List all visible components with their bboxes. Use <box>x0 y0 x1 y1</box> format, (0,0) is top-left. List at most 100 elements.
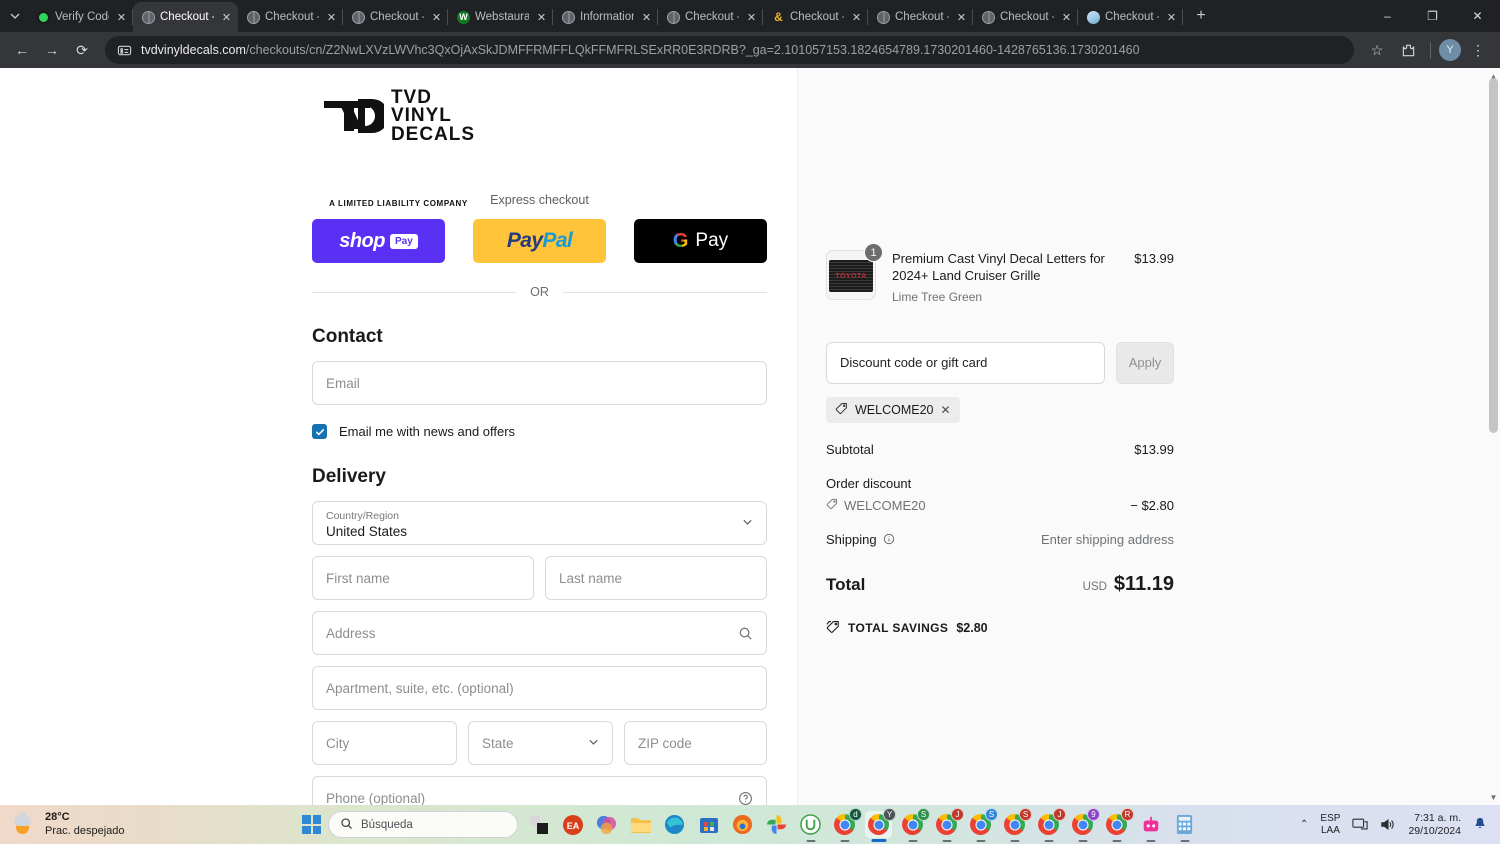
new-tab-button[interactable]: + <box>1187 2 1215 30</box>
firefox-icon[interactable] <box>729 811 756 838</box>
chrome-icon[interactable]: S <box>899 808 930 838</box>
email-field[interactable]: Email <box>312 361 767 405</box>
city-state-zip-row: City State ZIP code <box>312 721 767 765</box>
page-scrollbar[interactable]: ▲ ▼ <box>1487 68 1500 805</box>
edge-icon[interactable] <box>661 811 688 838</box>
store-logo[interactable]: TVD VINYL DECALS <box>322 88 475 144</box>
zip-code-field[interactable]: ZIP code <box>624 721 767 765</box>
close-icon[interactable]: ✕ <box>114 10 129 25</box>
extensions-icon[interactable] <box>1394 36 1422 64</box>
city-field[interactable]: City <box>312 721 457 765</box>
close-icon[interactable]: ✕ <box>744 10 759 25</box>
minimize-button[interactable]: – <box>1365 0 1410 32</box>
close-icon[interactable]: ✕ <box>639 10 654 25</box>
speaker-icon[interactable] <box>1380 817 1396 832</box>
file-explorer-icon[interactable] <box>627 811 654 838</box>
newsletter-checkbox[interactable] <box>312 424 327 439</box>
scrollbar-thumb[interactable] <box>1489 78 1498 433</box>
browser-tab-8[interactable]: Checkout - Nu ✕ <box>868 2 973 32</box>
chrome-icon[interactable]: 9 <box>1069 808 1100 838</box>
clock[interactable]: 7:31 a. m. 29/10/2024 <box>1408 812 1461 837</box>
reload-button[interactable]: ⟳ <box>68 36 96 64</box>
back-button[interactable]: ← <box>8 36 36 64</box>
close-icon[interactable]: ✕ <box>1164 10 1179 25</box>
utorrent-icon[interactable] <box>797 811 824 838</box>
chevron-up-icon[interactable]: ⌃ <box>1300 819 1308 830</box>
google-photos-icon[interactable] <box>763 811 790 838</box>
chrome-icon[interactable]: d <box>831 808 862 838</box>
chrome-icon[interactable]: R <box>1103 808 1134 838</box>
star-icon[interactable]: ☆ <box>1363 36 1391 64</box>
browser-tab-5[interactable]: Information - A ✕ <box>553 2 658 32</box>
three-dot-menu-icon[interactable]: ⋮ <box>1464 36 1492 64</box>
subtotal-label: Subtotal <box>826 441 874 457</box>
browser-tab-10[interactable]: Checkout - Uni ✕ <box>1078 2 1183 32</box>
bell-icon[interactable] <box>1473 816 1487 834</box>
google-pay-button[interactable]: G Pay <box>634 219 767 263</box>
system-tray: ⌃ ESP LAA 7:31 a. m. 29/10/2024 <box>1300 812 1500 837</box>
state-placeholder: State <box>482 735 514 751</box>
address-field[interactable]: Address <box>312 611 767 655</box>
last-name-field[interactable]: Last name <box>545 556 767 600</box>
browser-tab-9[interactable]: Checkout - AO ✕ <box>973 2 1078 32</box>
close-icon[interactable]: ✕ <box>324 10 339 25</box>
total-value: $11.19 <box>1113 572 1174 595</box>
avatar[interactable]: Y <box>1439 39 1461 61</box>
site-settings-icon[interactable] <box>117 43 132 58</box>
newsletter-checkbox-row[interactable]: Email me with news and offers <box>312 424 767 439</box>
address-bar[interactable]: tvdvinyldecals.com/checkouts/cn/Z2NwLXVz… <box>105 36 1354 64</box>
ea-app-icon[interactable]: EA <box>559 811 586 838</box>
window-controls: – ❐ ✕ <box>1365 0 1500 32</box>
close-icon[interactable]: ✕ <box>534 10 549 25</box>
browser-tab-4[interactable]: W WebstaurantSt ✕ <box>448 2 553 32</box>
search-icon[interactable] <box>738 626 753 641</box>
browser-tab-0[interactable]: Verify Codes – ✕ <box>28 2 133 32</box>
browser-tab-3[interactable]: Checkout - JOI ✕ <box>343 2 448 32</box>
close-icon[interactable]: ✕ <box>849 10 864 25</box>
order-discount-label: Order discount <box>826 475 912 491</box>
browser-tab-1[interactable]: Checkout - TVD ✕ <box>133 2 238 32</box>
chrome-icon[interactable]: S <box>1001 808 1032 838</box>
shop-pay-button[interactable]: shop Pay <box>312 219 445 263</box>
first-name-field[interactable]: First name <box>312 556 534 600</box>
microsoft-store-icon[interactable] <box>695 811 722 838</box>
chrome-icon[interactable]: S <box>967 808 998 838</box>
language-indicator[interactable]: ESP LAA <box>1320 813 1340 836</box>
browser-tab-7[interactable]: & Checkout - legs ✕ <box>763 2 868 32</box>
weather-widget[interactable]: 28°C Prac. despejado <box>0 811 300 839</box>
chrome-icon[interactable]: J <box>933 808 964 838</box>
state-select[interactable]: State <box>468 721 613 765</box>
widgets-icon[interactable] <box>525 811 552 838</box>
close-window-button[interactable]: ✕ <box>1455 0 1500 32</box>
browser-tab-6[interactable]: Checkout - Sug ✕ <box>658 2 763 32</box>
close-icon[interactable]: ✕ <box>219 10 234 25</box>
close-icon[interactable]: ✕ <box>954 10 969 25</box>
phone-field[interactable]: Phone (optional) <box>312 776 767 805</box>
windows-start-icon[interactable] <box>302 815 321 834</box>
close-icon[interactable]: ✕ <box>1059 10 1074 25</box>
paypal-button[interactable]: PayPal <box>473 219 606 263</box>
chrome-icon[interactable]: Y <box>865 808 896 838</box>
profile-badge: J <box>1053 808 1066 821</box>
robot-app-icon[interactable] <box>1137 811 1164 838</box>
apartment-field[interactable]: Apartment, suite, etc. (optional) <box>312 666 767 710</box>
maximize-button[interactable]: ❐ <box>1410 0 1455 32</box>
close-icon[interactable]: ✕ <box>429 10 444 25</box>
close-icon[interactable]: ✕ <box>941 403 951 417</box>
chrome-icon[interactable]: J <box>1035 808 1066 838</box>
tab-search-button[interactable] <box>2 2 28 30</box>
apply-discount-button[interactable]: Apply <box>1116 341 1174 384</box>
discount-code-input[interactable]: Discount code or gift card <box>826 341 1105 384</box>
display-icon[interactable] <box>1352 817 1369 832</box>
copilot-icon[interactable] <box>593 811 620 838</box>
calculator-icon[interactable] <box>1171 811 1198 838</box>
product-price: $13.99 <box>1134 251 1174 266</box>
forward-button[interactable]: → <box>38 36 66 64</box>
browser-tab-2[interactable]: Checkout - Aut ✕ <box>238 2 343 32</box>
help-circle-icon[interactable] <box>738 791 753 806</box>
country-region-select[interactable]: Country/Region United States <box>312 501 767 545</box>
globe-icon <box>877 10 890 24</box>
search-input[interactable]: Búsqueda <box>328 811 518 838</box>
scroll-down-icon[interactable]: ▼ <box>1488 791 1499 803</box>
info-icon[interactable] <box>883 533 895 545</box>
